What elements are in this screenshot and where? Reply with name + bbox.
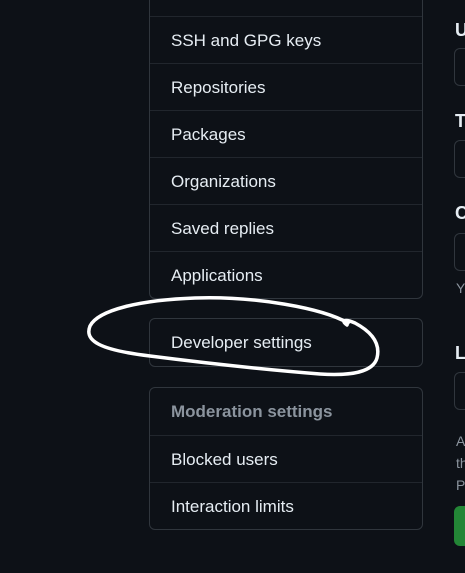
menu-item-developer-settings[interactable]: Developer settings — [150, 319, 422, 366]
settings-page: SSH and GPG keys Repositories Packages O… — [0, 0, 465, 573]
form-label-3: C — [455, 203, 465, 223]
menu-item-repositories[interactable]: Repositories — [150, 63, 422, 110]
form-note-4: P — [456, 477, 465, 493]
menu-item-interaction-limits[interactable]: Interaction limits — [150, 482, 422, 529]
menu-item-applications[interactable]: Applications — [150, 251, 422, 298]
form-note-3: th — [456, 455, 465, 471]
menu-item-ssh-gpg-keys[interactable]: SSH and GPG keys — [150, 16, 422, 63]
menu-item-blocked-users[interactable]: Blocked users — [150, 435, 422, 482]
form-label-4: L — [455, 343, 465, 363]
form-label-2: T — [455, 111, 465, 131]
form-note-1: Y — [456, 280, 465, 296]
settings-menu-moderation: Moderation settings Blocked users Intera… — [149, 387, 423, 530]
form-input-2[interactable] — [454, 140, 465, 178]
submit-button[interactable] — [454, 506, 465, 546]
menu-heading-moderation-settings: Moderation settings — [171, 402, 333, 421]
menu-item-organizations[interactable]: Organizations — [150, 157, 422, 204]
form-label-1: U — [455, 20, 465, 40]
menu-item-saved-replies[interactable]: Saved replies — [150, 204, 422, 251]
menu-top-cutoff — [150, 0, 422, 16]
settings-menu-account: SSH and GPG keys Repositories Packages O… — [149, 0, 423, 299]
settings-menu-developer: Developer settings — [149, 318, 423, 367]
form-input-1[interactable] — [454, 48, 465, 86]
menu-item-packages[interactable]: Packages — [150, 110, 422, 157]
form-note-2: A — [456, 433, 465, 449]
form-input-4[interactable] — [454, 372, 465, 410]
form-input-3[interactable] — [454, 233, 465, 271]
